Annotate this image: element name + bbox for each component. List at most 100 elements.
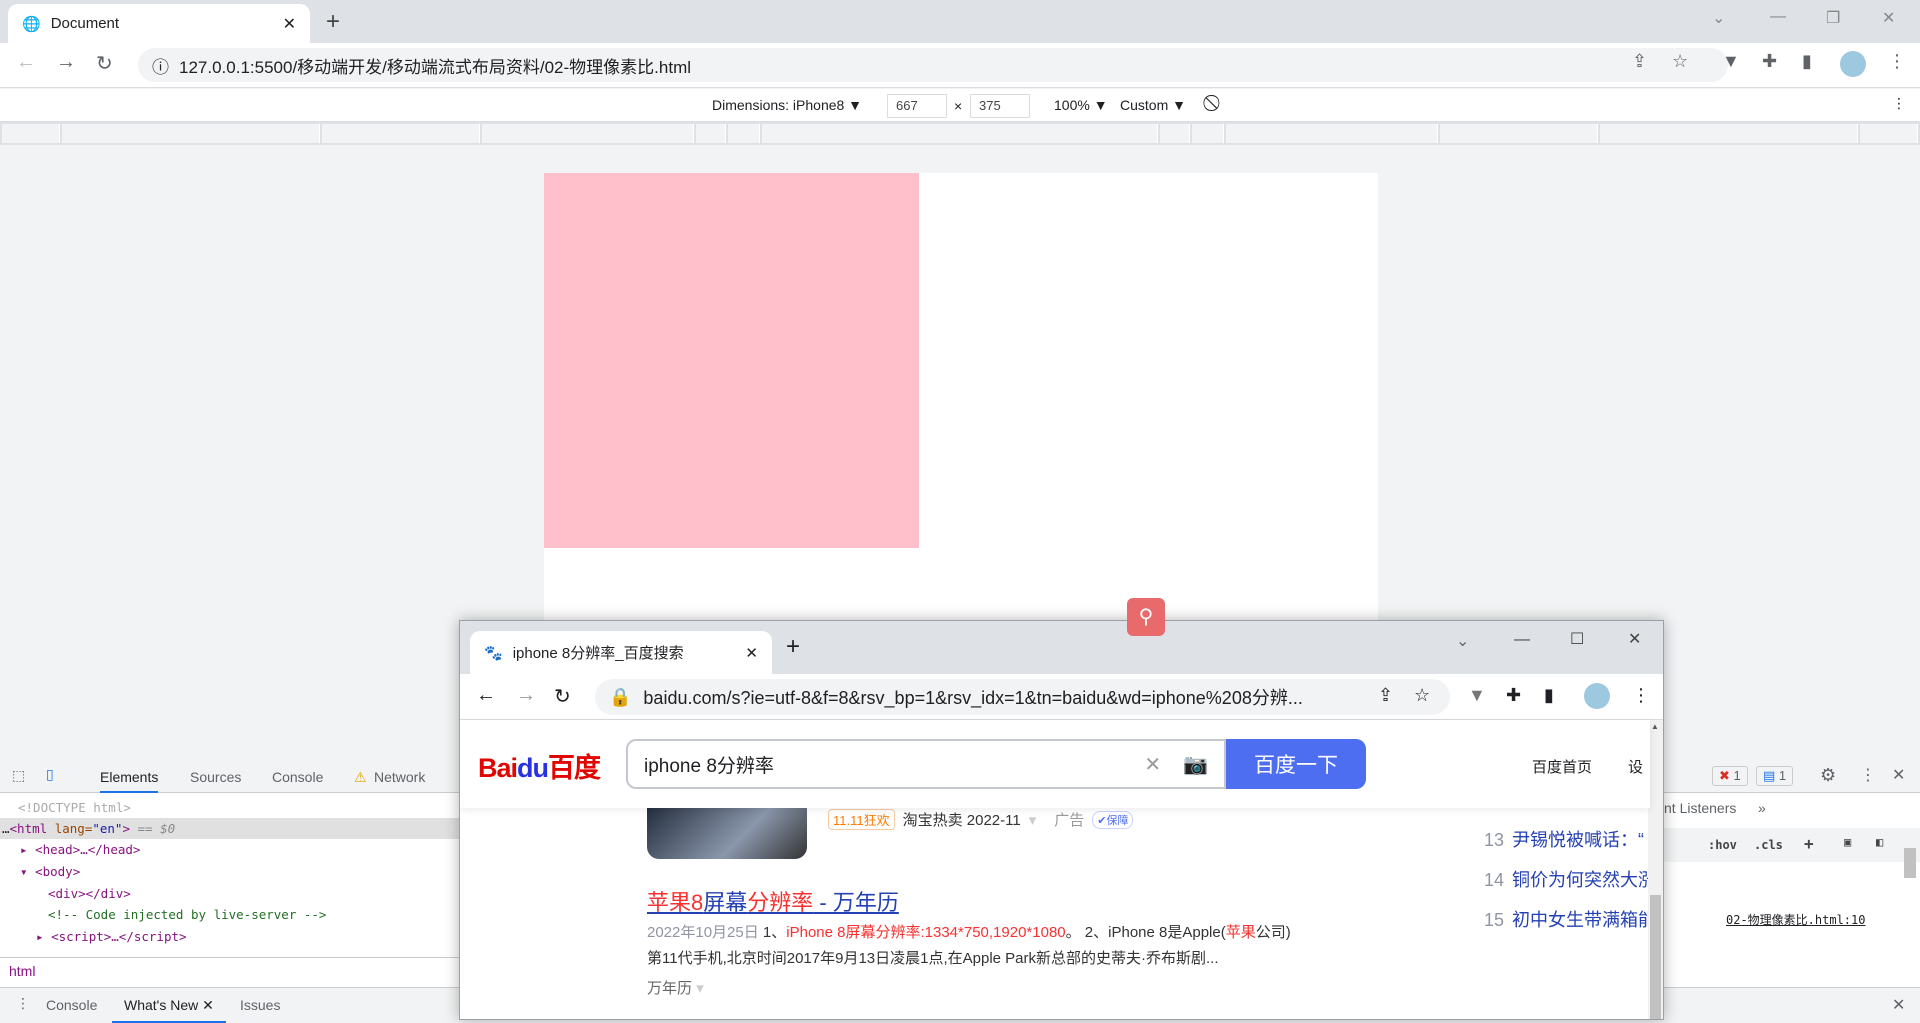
drawer-tab-whats-new[interactable]: What's New ✕ bbox=[112, 997, 226, 1023]
search-input[interactable]: iphone 8分辨率 ✕ 📷 bbox=[626, 739, 1226, 789]
back-button[interactable]: ← bbox=[476, 684, 496, 707]
search-button[interactable]: 百度一下 bbox=[1226, 739, 1366, 789]
cls-toggle[interactable]: .cls bbox=[1754, 838, 1783, 852]
drawer-tab-issues[interactable]: Issues bbox=[240, 997, 280, 1013]
inspect-icon[interactable]: ⬚ bbox=[12, 767, 25, 784]
back-button[interactable]: ← bbox=[16, 51, 36, 74]
extensions-icon[interactable]: ✚ bbox=[1506, 685, 1521, 706]
more-icon[interactable]: ⋮ bbox=[1860, 765, 1876, 785]
share-icon[interactable]: ⇪ bbox=[1378, 685, 1393, 706]
page-scrollbar[interactable]: ▲ bbox=[1648, 720, 1663, 1019]
dom-comment-node[interactable]: <!-- Code injected by live-server --> bbox=[0, 904, 460, 925]
forward-button[interactable]: → bbox=[56, 51, 76, 74]
drawer-tab-console[interactable]: Console bbox=[46, 997, 97, 1013]
bookmark-star-icon[interactable]: ☆ bbox=[1672, 51, 1688, 72]
device-toggle-icon[interactable]: ▯ bbox=[46, 766, 54, 783]
ad-thumbnail[interactable] bbox=[647, 801, 807, 859]
scrollbar-thumb[interactable] bbox=[1650, 895, 1661, 1019]
add-rule-icon[interactable]: + bbox=[1804, 834, 1814, 853]
breadcrumb-html[interactable]: html bbox=[0, 957, 460, 985]
more-tabs-icon[interactable]: » bbox=[1758, 800, 1766, 816]
dom-doctype[interactable]: <!DOCTYPE html> bbox=[0, 797, 460, 818]
baidu-logo[interactable]: Baidu百度 bbox=[478, 746, 601, 785]
tab-baidu[interactable]: 🐾 iphone 8分辨率_百度搜索 ✕ bbox=[470, 631, 772, 674]
baidu-home-link[interactable]: 百度首页 bbox=[1532, 756, 1592, 777]
side-panel-icon[interactable]: ▮ bbox=[1544, 685, 1554, 706]
dropdown-icon[interactable]: ▾ bbox=[1029, 811, 1037, 829]
scroll-up-icon[interactable]: ▲ bbox=[1651, 722, 1659, 731]
hov-toggle[interactable]: :hov bbox=[1708, 838, 1737, 852]
dom-html-node[interactable]: …<html lang="en"> == $0 bbox=[0, 818, 460, 839]
vue-devtools-icon[interactable]: ▼ bbox=[1722, 51, 1740, 72]
camera-icon[interactable]: 📷 bbox=[1183, 752, 1208, 777]
forward-button[interactable]: → bbox=[516, 684, 536, 707]
close-window-button[interactable]: ✕ bbox=[1628, 629, 1641, 649]
result-source[interactable]: 万年历 ▾ bbox=[647, 977, 704, 998]
tab-search-icon[interactable]: ⌄ bbox=[1712, 8, 1725, 28]
message-count[interactable]: ▤ 1 bbox=[1756, 766, 1794, 786]
profile-avatar[interactable] bbox=[1840, 51, 1866, 77]
hot-item[interactable]: 14 铜价为何突然大涨 bbox=[1484, 866, 1656, 892]
settings-link[interactable]: 设 bbox=[1628, 756, 1643, 777]
event-listeners-tab[interactable]: nt Listeners bbox=[1664, 800, 1736, 816]
paint-icon[interactable]: ▣ bbox=[1844, 835, 1851, 849]
dom-script-node[interactable]: ▸ <script>…</script> bbox=[0, 926, 460, 947]
clear-icon[interactable]: ✕ bbox=[1144, 752, 1161, 777]
new-tab-button[interactable]: + bbox=[786, 633, 800, 661]
reload-button[interactable]: ↻ bbox=[96, 51, 113, 76]
share-icon[interactable]: ⇪ bbox=[1632, 51, 1647, 72]
reload-button[interactable]: ↻ bbox=[554, 684, 571, 709]
drawer-menu-icon[interactable]: ⋮ bbox=[16, 995, 30, 1012]
throttle-select[interactable]: Custom ▼ bbox=[1120, 97, 1186, 113]
bookmark-star-icon[interactable]: ☆ bbox=[1414, 685, 1430, 706]
maximize-button[interactable]: ❐ bbox=[1826, 8, 1840, 28]
address-bar[interactable]: ⓘ 127.0.0.1:5500/移动端开发/移动端流式布局资料/02-物理像素比… bbox=[138, 48, 1728, 82]
close-drawer-icon[interactable]: ✕ bbox=[1892, 995, 1905, 1015]
dom-head-node[interactable]: ▸ <head>…</head> bbox=[0, 839, 460, 860]
error-count[interactable]: ✖ 1 bbox=[1712, 766, 1748, 786]
tab-document[interactable]: 🌐 Document ✕ bbox=[8, 4, 310, 43]
tab-console[interactable]: Console bbox=[272, 769, 323, 785]
times-label: × bbox=[954, 98, 963, 114]
minimize-button[interactable]: — bbox=[1514, 631, 1530, 649]
styles-scrollbar[interactable] bbox=[1904, 848, 1916, 878]
toolbar: ← → ↻ ⓘ 127.0.0.1:5500/移动端开发/移动端流式布局资料/02… bbox=[0, 43, 1920, 88]
popup-tab-strip: 🐾 iphone 8分辨率_百度搜索 ✕ + ⌄ — ☐ ✕ bbox=[460, 621, 1663, 674]
zoom-select[interactable]: 100% ▼ bbox=[1054, 97, 1108, 113]
height-input[interactable]: 375 bbox=[970, 94, 1030, 118]
close-whats-new-icon[interactable]: ✕ bbox=[202, 997, 214, 1013]
menu-icon[interactable]: ⋮ bbox=[1632, 685, 1650, 706]
hot-item[interactable]: 15 初中女生带满箱能 bbox=[1484, 906, 1656, 932]
side-panel-icon[interactable]: ▮ bbox=[1802, 51, 1812, 72]
profile-avatar[interactable] bbox=[1584, 683, 1610, 709]
toggle-sidebar-icon[interactable]: ◧ bbox=[1876, 835, 1883, 849]
close-tab-icon[interactable]: ✕ bbox=[283, 14, 296, 34]
settings-gear-icon[interactable]: ⚙ bbox=[1820, 765, 1836, 786]
dom-div-node[interactable]: <div></div> bbox=[0, 883, 460, 904]
close-window-button[interactable]: ✕ bbox=[1882, 8, 1895, 28]
width-input[interactable]: 667 bbox=[887, 94, 947, 118]
tab-elements[interactable]: Elements bbox=[100, 769, 159, 793]
more-options-icon[interactable]: ⋮ bbox=[1892, 95, 1906, 112]
minimize-button[interactable]: — bbox=[1770, 8, 1786, 26]
vue-devtools-icon[interactable]: ▼ bbox=[1468, 685, 1486, 706]
tab-sources[interactable]: Sources bbox=[190, 769, 241, 785]
hot-item[interactable]: 13 尹锡悦被喊话：“ bbox=[1484, 826, 1644, 852]
source-link[interactable]: 02-物理像素比.html:10 bbox=[1726, 911, 1865, 928]
extensions-icon[interactable]: ✚ bbox=[1762, 51, 1777, 72]
baidu-header: Baidu百度 iphone 8分辨率 ✕ 📷 百度一下 百度首页 设 bbox=[460, 720, 1650, 808]
menu-icon[interactable]: ⋮ bbox=[1888, 51, 1906, 72]
maximize-button[interactable]: ☐ bbox=[1570, 629, 1584, 649]
result-title-link[interactable]: 苹果8屏幕分辨率 - 万年历 bbox=[647, 885, 899, 917]
address-bar[interactable]: 🔒 baidu.com/s?ie=utf-8&f=8&rsv_bp=1&rsv_i… bbox=[595, 679, 1450, 715]
new-tab-button[interactable]: + bbox=[326, 8, 340, 36]
tab-search-icon[interactable]: ⌄ bbox=[1456, 631, 1469, 651]
tab-network[interactable]: Network bbox=[374, 769, 425, 785]
close-tab-icon[interactable]: ✕ bbox=[745, 644, 758, 662]
media-query-bar[interactable] bbox=[0, 122, 1920, 145]
dimensions-select[interactable]: Dimensions: iPhone8 ▼ bbox=[712, 97, 862, 113]
close-devtools-icon[interactable]: ✕ bbox=[1892, 765, 1905, 785]
search-tool-icon[interactable]: ⚲ bbox=[1127, 598, 1165, 636]
dropdown-icon[interactable]: ▾ bbox=[696, 980, 704, 997]
dom-body-node[interactable]: ▾ <body> bbox=[0, 861, 460, 882]
